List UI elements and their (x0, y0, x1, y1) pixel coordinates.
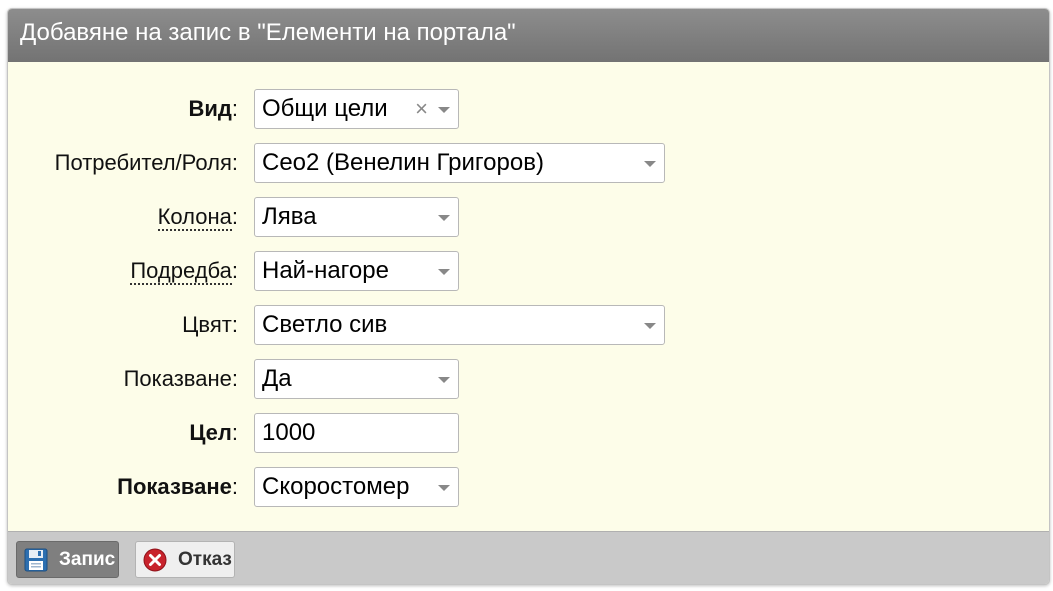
chevron-down-icon[interactable] (438, 107, 450, 113)
user-role-select[interactable]: Ceo2 (Венелин Григоров) (254, 143, 665, 183)
goal-input[interactable]: 1000 (254, 413, 459, 453)
field-label-user-role: Потребител/Роля: (54, 150, 238, 175)
form-row-column: Колона: Лява (8, 197, 1049, 237)
form-row-color: Цвят: Светло сив (8, 305, 1049, 345)
goal-input-value: 1000 (262, 419, 316, 446)
cancel-button[interactable]: Отказ (135, 541, 235, 578)
chevron-down-icon[interactable] (438, 215, 450, 221)
show-select[interactable]: Да (254, 359, 459, 399)
column-select-value: Лява (262, 203, 317, 230)
save-button[interactable]: Запис (16, 541, 119, 578)
form-row-show: Показване: Да (8, 359, 1049, 399)
form-row-type: Вид: Общи цели × (8, 89, 1049, 129)
form-row-goal: Цел: 1000 (8, 413, 1049, 453)
field-label-order: Подредба: (130, 258, 238, 285)
field-label-type: Вид: (188, 96, 238, 121)
save-button-label: Запис (59, 549, 116, 570)
field-label-display-type: Показване: (117, 474, 238, 499)
display-type-select-value: Скоростомер (262, 473, 410, 500)
cancel-x-icon (143, 548, 167, 572)
show-select-value: Да (262, 365, 292, 392)
column-select[interactable]: Лява (254, 197, 459, 237)
chevron-down-icon[interactable] (644, 161, 656, 167)
record-form: Вид: Общи цели × Потребител/Роля: Ceo2 (… (8, 62, 1049, 531)
type-select[interactable]: Общи цели × (254, 89, 459, 129)
chevron-down-icon[interactable] (644, 323, 656, 329)
color-select-value: Светло сив (262, 311, 388, 338)
field-label-goal: Цел: (189, 420, 238, 445)
dialog-toolbar: Запис Отказ (8, 531, 1049, 584)
field-label-column: Колона: (157, 204, 238, 231)
cancel-button-label: Отказ (178, 549, 232, 570)
clear-icon[interactable]: × (415, 90, 428, 128)
type-select-value: Общи цели (262, 95, 388, 122)
display-type-select[interactable]: Скоростомер (254, 467, 459, 507)
order-select[interactable]: Най-нагоре (254, 251, 459, 291)
floppy-disk-icon (24, 548, 48, 572)
order-select-value: Най-нагоре (262, 257, 389, 284)
color-select[interactable]: Светло сив (254, 305, 665, 345)
chevron-down-icon[interactable] (438, 485, 450, 491)
dialog-title: Добавяне на запис в "Елементи на портала… (8, 9, 1049, 62)
chevron-down-icon[interactable] (438, 377, 450, 383)
field-label-show: Показване: (123, 366, 238, 391)
user-role-select-value: Ceo2 (Венелин Григоров) (262, 149, 544, 176)
form-row-order: Подредба: Най-нагоре (8, 251, 1049, 291)
chevron-down-icon[interactable] (438, 269, 450, 275)
form-row-display-type: Показване: Скоростомер (8, 467, 1049, 507)
field-label-color: Цвят: (182, 312, 238, 337)
add-record-dialog: Добавяне на запис в "Елементи на портала… (7, 8, 1050, 585)
form-row-user-role: Потребител/Роля: Ceo2 (Венелин Григоров) (8, 143, 1049, 183)
